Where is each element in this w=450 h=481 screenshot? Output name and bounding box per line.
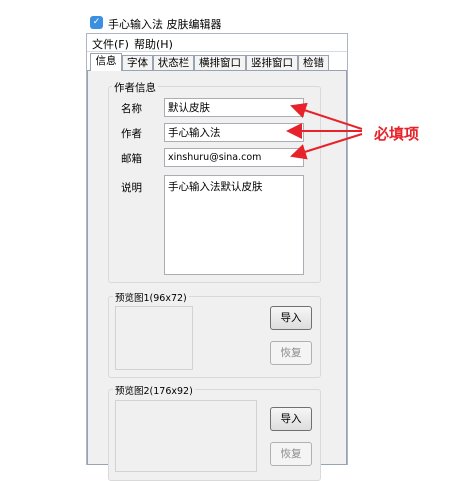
required-annotation: 必填项 (374, 125, 420, 143)
tab-info[interactable]: 信息 (90, 53, 122, 71)
arrow-to-name (290, 102, 363, 130)
arrow-to-email (290, 133, 363, 160)
annotation-arrows (286, 102, 363, 160)
